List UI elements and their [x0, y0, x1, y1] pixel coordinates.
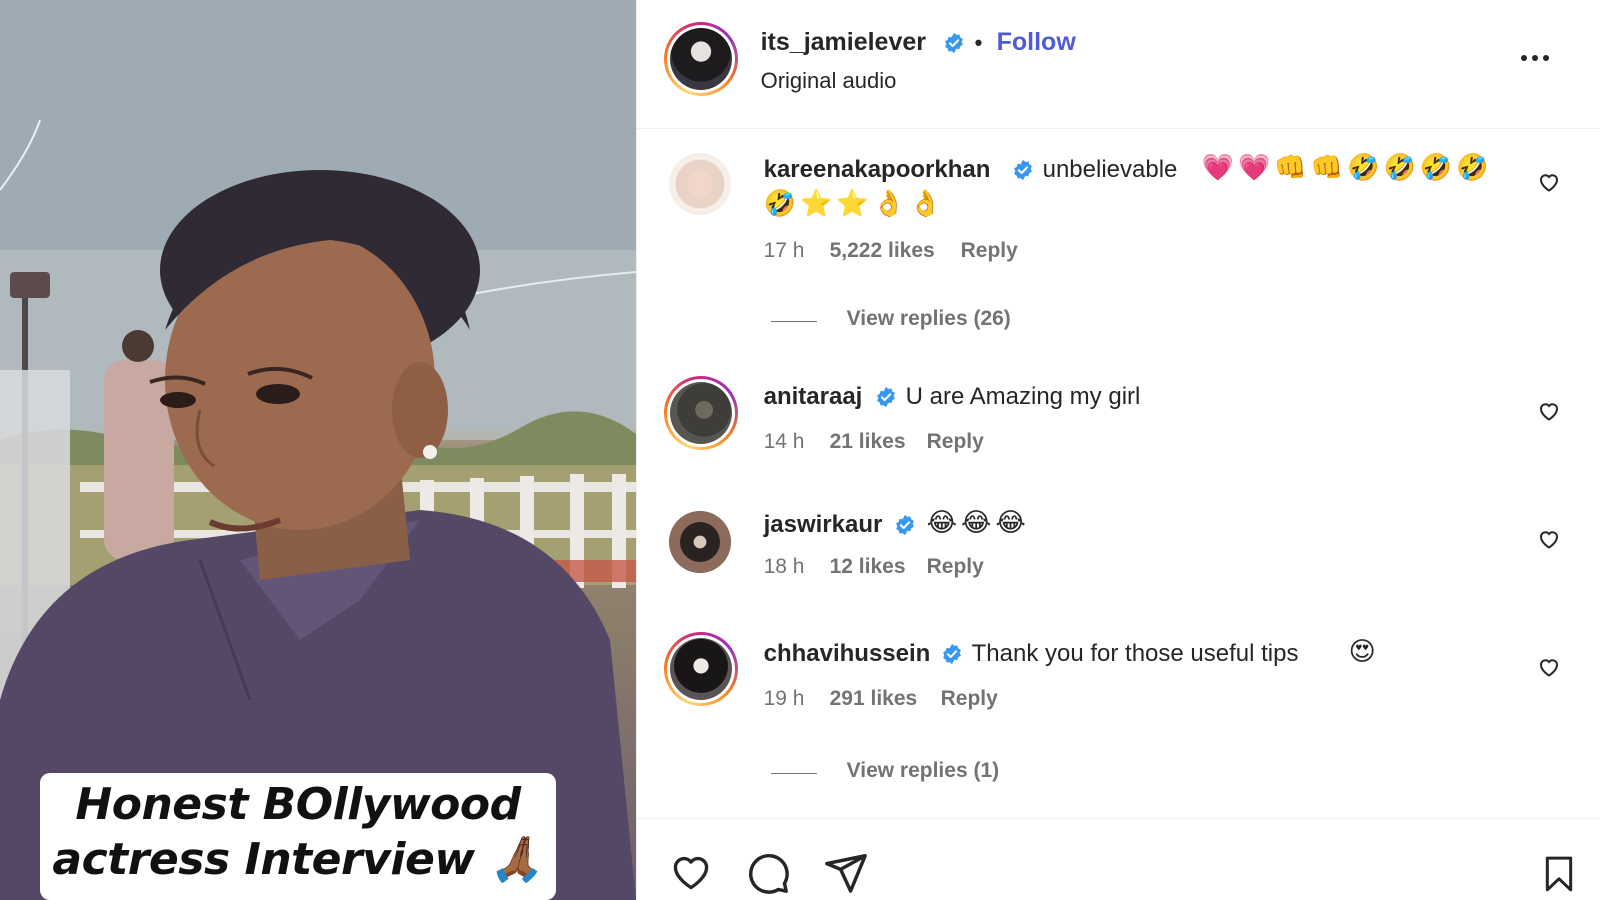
view-replies-button[interactable]: View replies (26): [847, 307, 1011, 331]
comment-text: unbelievable: [1042, 156, 1178, 183]
commenter-username[interactable]: kareenakapoorkhan: [764, 156, 991, 184]
follow-button[interactable]: Follow: [997, 28, 1076, 57]
view-replies-button[interactable]: View replies (1): [847, 759, 1000, 783]
reply-button[interactable]: Reply: [927, 430, 984, 454]
heart-outline-icon[interactable]: [1536, 527, 1562, 551]
heart-outline-icon[interactable]: [1536, 399, 1562, 423]
comment-text: Thank you for those useful tips: [971, 640, 1299, 667]
verified-badge-icon: [944, 32, 963, 54]
instagram-post-view: Honest BOllywood actress Interview 🙏🏾 it…: [0, 0, 1600, 900]
heart-outline-icon[interactable]: [1536, 655, 1562, 679]
replies-divider: [770, 321, 817, 322]
commenter-avatar[interactable]: [669, 382, 732, 444]
reply-button[interactable]: Reply: [941, 687, 998, 711]
actions-divider: [636, 818, 1600, 819]
comment-emoji: 💗💗👊👊🤣🤣🤣🤣: [1201, 152, 1493, 182]
comment-emoji: 😍: [1348, 636, 1380, 666]
comments-panel: its_jamielever • Follow Original audio k…: [635, 0, 1600, 900]
author-username[interactable]: its_jamielever: [761, 28, 926, 57]
commenter-avatar-ring[interactable]: [663, 632, 738, 706]
commenter-avatar[interactable]: [668, 153, 731, 215]
comment-bubble-icon[interactable]: [745, 850, 791, 896]
commenter-avatar[interactable]: [668, 511, 731, 573]
comment-emoji-line-2: 🤣⭐⭐👌👌: [763, 188, 946, 218]
commenter-username[interactable]: anitaraaj: [764, 383, 863, 411]
comment-time[interactable]: 19 h: [764, 687, 805, 711]
video-frame-illustration: [0, 0, 636, 900]
heart-icon[interactable]: [667, 850, 715, 894]
comment-emoji: 😂😂😂: [926, 507, 1030, 537]
commenter-username[interactable]: jaswirkaur: [764, 511, 883, 539]
replies-divider: [770, 773, 817, 774]
paper-plane-icon[interactable]: [823, 850, 869, 896]
author-avatar[interactable]: [669, 28, 732, 90]
more-options-icon[interactable]: [1517, 46, 1553, 70]
commenter-avatar-ring[interactable]: [663, 376, 738, 450]
comment-time[interactable]: 17 h: [764, 239, 805, 263]
reply-button[interactable]: Reply: [961, 239, 1018, 263]
author-avatar-ring[interactable]: [663, 22, 738, 96]
comment-likes[interactable]: 5,222 likes: [830, 239, 935, 263]
header-separator: •: [974, 30, 983, 55]
bookmark-icon[interactable]: [1539, 852, 1579, 896]
post-media-video[interactable]: Honest BOllywood actress Interview 🙏🏾: [0, 0, 636, 900]
reply-button[interactable]: Reply: [927, 555, 984, 579]
verified-badge-icon: [876, 386, 895, 408]
heart-outline-icon[interactable]: [1536, 170, 1562, 194]
commenter-username[interactable]: chhavihussein: [764, 640, 931, 668]
post-header: its_jamielever • Follow Original audio: [636, 0, 1600, 129]
video-caption-line-1: Honest BOllywood: [75, 779, 521, 830]
video-caption-box: Honest BOllywood actress Interview 🙏🏾: [40, 773, 556, 900]
comment-text: U are Amazing my girl: [905, 383, 1141, 410]
comment-likes[interactable]: 12 likes: [830, 555, 906, 579]
comment-likes[interactable]: 21 likes: [830, 430, 906, 454]
comment-time[interactable]: 14 h: [764, 430, 805, 454]
comment-time[interactable]: 18 h: [764, 555, 805, 579]
verified-badge-icon: [895, 514, 914, 536]
audio-label[interactable]: Original audio: [761, 68, 897, 94]
verified-badge-icon: [942, 643, 961, 665]
commenter-avatar[interactable]: [669, 638, 732, 700]
comment-likes[interactable]: 291 likes: [830, 687, 918, 711]
video-caption-line-2: actress Interview 🙏🏾: [52, 834, 544, 885]
verified-badge-icon: [1013, 159, 1032, 181]
